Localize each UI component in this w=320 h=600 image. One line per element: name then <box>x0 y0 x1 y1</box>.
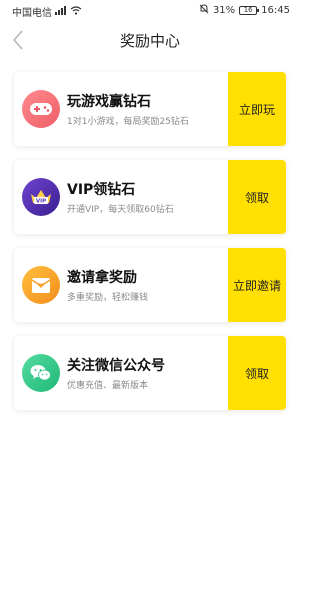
nav-bar: 奖励中心 <box>0 22 300 58</box>
gamepad-icon <box>22 90 60 128</box>
invite-envelope-icon <box>22 266 60 304</box>
reward-card-invite: 邀请拿奖励 多重奖励，轻松赚钱 立即邀请 <box>14 248 286 322</box>
battery-icon: 16 <box>239 6 260 15</box>
invite-now-button[interactable]: 立即邀请 <box>228 248 286 322</box>
reward-title: 邀请拿奖励 <box>67 270 137 286</box>
status-bar: 中国电信 31% 16 16:45 <box>0 0 300 22</box>
vip-crown-icon: VIP <box>22 178 60 216</box>
wechat-icon <box>22 354 60 392</box>
carrier-label: 中国电信 <box>12 8 52 19</box>
reward-card-game: 玩游戏赢钻石 1对1小游戏，每局奖励25钻石 立即玩 <box>14 72 286 146</box>
status-left: 中国电信 <box>12 4 82 19</box>
signal-icon <box>55 5 67 18</box>
reward-subtitle: 开通VIP，每天领取60钻石 <box>67 205 174 215</box>
reward-title: 玩游戏赢钻石 <box>67 94 151 110</box>
reward-subtitle: 优惠充值、最新版本 <box>67 381 149 391</box>
claim-wechat-button[interactable]: 领取 <box>228 336 286 410</box>
clock: 16:45 <box>261 5 290 16</box>
page-title: 奖励中心 <box>119 32 180 50</box>
svg-text:VIP: VIP <box>36 199 46 205</box>
battery-level: 16 <box>243 6 253 14</box>
reward-subtitle: 多重奖励，轻松赚钱 <box>67 293 149 303</box>
reward-title: VIP领钻石 <box>67 182 136 198</box>
claim-vip-button[interactable]: 领取 <box>228 160 286 234</box>
status-right: 31% 16 16:45 <box>199 4 290 17</box>
reward-card-wechat: 关注微信公众号 优惠充值、最新版本 领取 <box>14 336 286 410</box>
reward-subtitle: 1对1小游戏，每局奖励25钻石 <box>67 117 189 127</box>
reward-title: 关注微信公众号 <box>67 358 165 374</box>
wifi-icon <box>70 5 82 18</box>
battery-percent: 31% <box>212 5 236 16</box>
mute-bell-icon <box>199 4 209 17</box>
play-now-button[interactable]: 立即玩 <box>228 72 286 146</box>
reward-card-vip: VIP VIP领钻石 开通VIP，每天领取60钻石 领取 <box>14 160 286 234</box>
